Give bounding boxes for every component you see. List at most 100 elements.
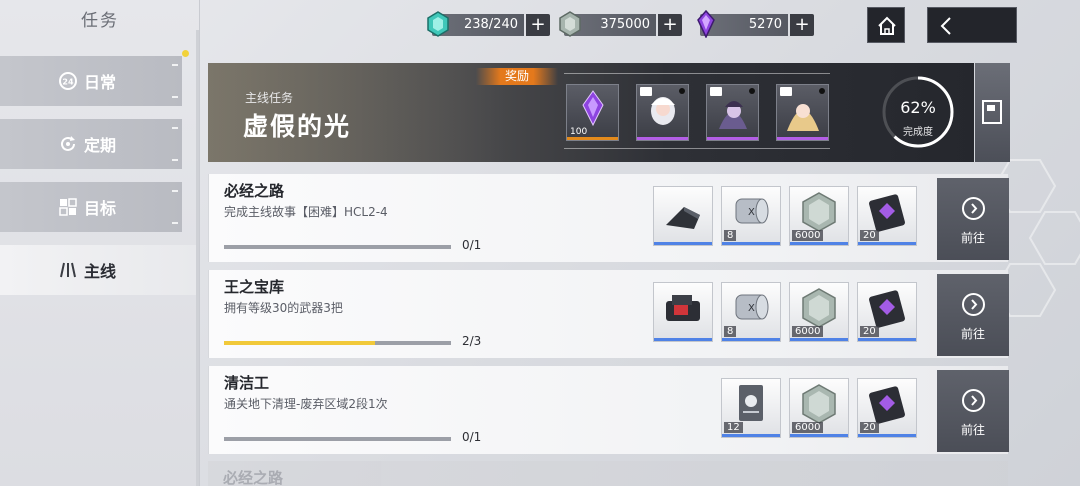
task-progress-count: 0/1 — [462, 238, 482, 252]
hex-coin-icon — [559, 11, 581, 37]
currency-premium: 5270 + — [697, 10, 814, 38]
currency-stamina: 238/240 + — [427, 11, 550, 38]
go-arrow-icon — [962, 389, 985, 412]
go-label: 前往 — [960, 327, 985, 341]
banner-reward-item[interactable] — [776, 84, 829, 141]
notification-dot — [182, 50, 189, 57]
task-reward-item[interactable]: 20 — [857, 378, 917, 438]
add-premium-button[interactable]: + — [790, 14, 814, 36]
reward-qty: 6000 — [792, 326, 824, 337]
task-reward-item[interactable]: X 8 — [721, 186, 781, 246]
svg-text:X: X — [748, 303, 755, 314]
sidebar-item-daily[interactable]: 24 日常 — [0, 56, 182, 106]
task-progress-bar — [224, 437, 451, 441]
back-arrow-icon — [940, 17, 951, 35]
corner-tick — [172, 159, 178, 161]
banner-reward-item[interactable] — [706, 84, 759, 141]
task-card-partial: 必经之路 — [208, 461, 1008, 486]
reward-qty: 20 — [860, 230, 879, 241]
sidebar-item-periodic[interactable]: 定期 — [0, 119, 182, 169]
back-button[interactable] — [927, 7, 1017, 43]
rarity-bar — [722, 242, 780, 245]
rarity-bar — [790, 338, 848, 341]
rarity-bar — [777, 137, 828, 140]
task-reward-item[interactable]: X 8 — [721, 282, 781, 342]
task-reward-item[interactable]: 6000 — [789, 186, 849, 246]
sidebar-title: 任务 — [81, 11, 119, 31]
card-element-icon — [679, 88, 685, 94]
reward-qty: 8 — [724, 326, 737, 337]
task-reward-item[interactable] — [653, 186, 713, 246]
task-progress-count: 0/1 — [462, 430, 482, 444]
banner-side-button[interactable] — [975, 63, 1010, 162]
banner-reward-item[interactable] — [636, 84, 689, 141]
corner-tick — [172, 190, 178, 192]
task-reward-item[interactable]: 6000 — [789, 378, 849, 438]
task-reward-item[interactable]: 20 — [857, 186, 917, 246]
mainline-icon — [60, 262, 76, 278]
story-archive-icon — [982, 100, 1002, 124]
go-button[interactable]: 前往 — [937, 370, 1009, 452]
card-type-icon — [710, 87, 722, 96]
sidebar-item-label: 定期 — [84, 136, 117, 155]
task-progress-bar — [224, 341, 451, 345]
go-button[interactable]: 前往 — [937, 274, 1009, 356]
completion-percent: 62% — [900, 98, 936, 117]
sidebar-item-mainline[interactable]: 主线 — [0, 245, 196, 295]
sidebar-item-label: 目标 — [84, 199, 117, 218]
task-reward-item[interactable]: 12 — [721, 378, 781, 438]
banner-reward-item[interactable]: 100 — [566, 84, 619, 141]
task-description: 通关地下清理-废弃区域2段1次 — [224, 397, 388, 411]
task-title: 王之宝库 — [224, 278, 285, 296]
rarity-bar — [790, 242, 848, 245]
task-reward-item[interactable]: 6000 — [789, 282, 849, 342]
go-button[interactable]: 前往 — [937, 178, 1009, 260]
reward-qty: 100 — [570, 127, 588, 137]
sidebar-scrollbar[interactable] — [196, 30, 199, 486]
reward-label: 奖励 — [476, 68, 558, 85]
task-description: 拥有等级30的武器3把 — [224, 301, 343, 315]
home-button[interactable] — [867, 7, 905, 43]
sidebar-item-label: 主线 — [84, 262, 117, 281]
rarity-bar — [654, 338, 712, 341]
completion-label: 完成度 — [903, 127, 933, 138]
rarity-bar — [722, 434, 780, 437]
rarity-bar — [790, 434, 848, 437]
svg-text:X: X — [748, 207, 755, 218]
task-progress-bar — [224, 245, 451, 249]
task-card: 必经之路 完成主线故事【困难】HCL2-4 0/1 X 8 6000 20 前往 — [208, 174, 1009, 262]
reward-qty: 6000 — [792, 422, 824, 433]
rarity-bar — [567, 137, 618, 140]
reward-qty: 6000 — [792, 230, 824, 241]
rarity-bar — [654, 242, 712, 245]
rarity-bar — [707, 137, 758, 140]
rarity-bar — [858, 338, 916, 341]
corner-tick — [172, 96, 178, 98]
task-title: 必经之路 — [224, 182, 285, 200]
card-type-icon — [640, 87, 652, 96]
sidebar: 任务 24 日常 定期 目标 主线 — [0, 0, 200, 486]
go-arrow-icon — [962, 197, 985, 220]
rarity-bar — [637, 137, 688, 140]
reward-qty: 20 — [860, 326, 879, 337]
currency-coin: 375000 + — [559, 11, 682, 38]
card-type-icon — [780, 87, 792, 96]
add-stamina-button[interactable]: + — [526, 14, 550, 36]
add-coin-button[interactable]: + — [658, 14, 682, 36]
task-description: 完成主线故事【困难】HCL2-4 — [224, 205, 388, 219]
go-label: 前往 — [960, 423, 985, 437]
sidebar-item-target[interactable]: 目标 — [0, 182, 182, 232]
reward-qty: 8 — [724, 230, 737, 241]
corner-tick — [172, 127, 178, 129]
sidebar-item-label: 日常 — [84, 73, 117, 92]
task-title: 必经之路 — [223, 469, 284, 486]
task-reward-item[interactable]: 20 — [857, 282, 917, 342]
purple-crystal-icon — [697, 10, 715, 38]
go-label: 前往 — [960, 231, 985, 245]
card-element-icon — [749, 88, 755, 94]
task-reward-item[interactable] — [653, 282, 713, 342]
cycle-icon — [61, 136, 75, 151]
reward-qty: 12 — [724, 422, 743, 433]
task-progress-fill — [224, 341, 376, 345]
weapon-part-icon — [666, 207, 700, 229]
